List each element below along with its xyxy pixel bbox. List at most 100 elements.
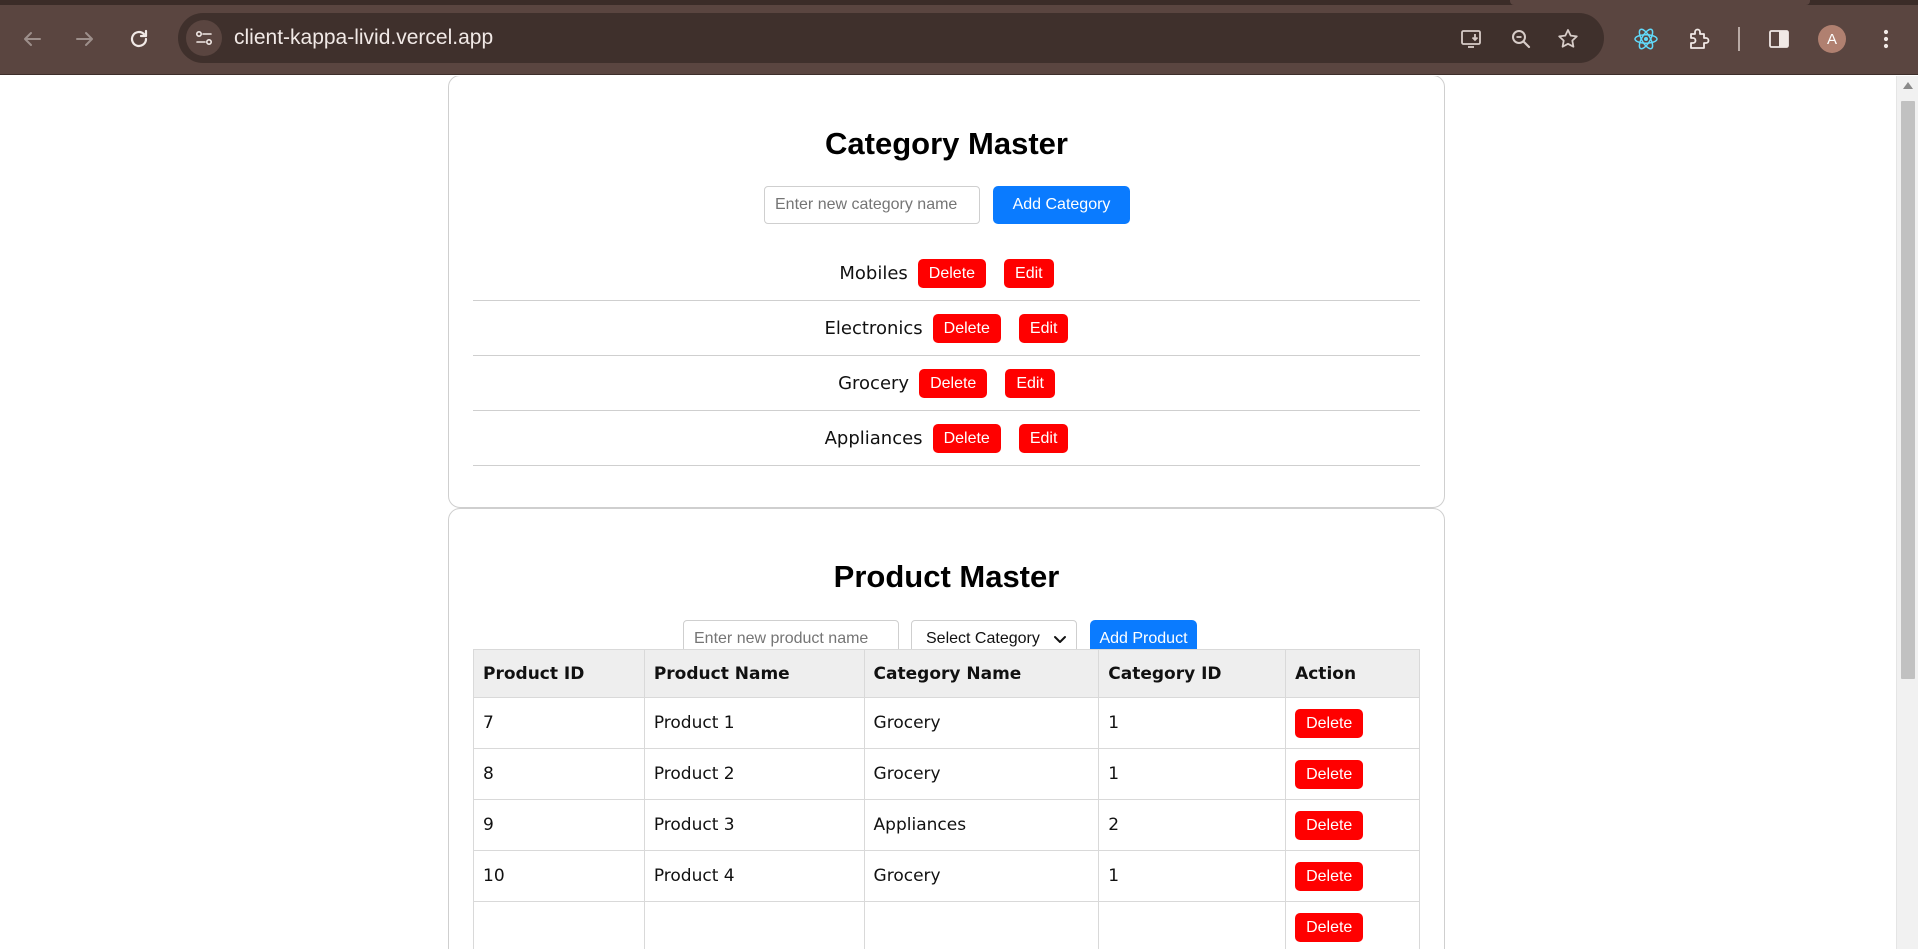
extensions-button[interactable] — [1684, 24, 1714, 54]
product-id-cell: 8 — [473, 748, 645, 800]
table-row: 8 Product 2 Grocery 1 Delete — [473, 748, 1420, 800]
product-name-cell: Product 4 — [643, 850, 865, 902]
url-text[interactable]: client-kappa-livid.vercel.app — [234, 26, 493, 50]
category-master-card: Category Master Add Category Mobiles Del… — [448, 76, 1445, 508]
category-row: Mobiles Delete Edit — [473, 246, 1420, 301]
delete-product-button[interactable]: Delete — [1295, 912, 1364, 942]
scrollbar-thumb[interactable] — [1901, 101, 1915, 679]
product-name-cell — [643, 901, 865, 949]
add-category-button[interactable]: Add Category — [993, 186, 1130, 224]
category-name: Mobiles — [839, 262, 908, 284]
extensions-puzzle-icon — [1690, 28, 1710, 49]
category-row-content: Electronics Delete Edit — [473, 301, 1420, 355]
scroll-up-arrow-icon[interactable] — [1903, 82, 1913, 89]
product-name-cell: Product 2 — [643, 748, 865, 800]
action-cell: Delete — [1285, 850, 1420, 902]
table-row: 10 Product 4 Grocery 1 Delete — [473, 850, 1420, 902]
edit-category-button[interactable]: Edit — [1004, 258, 1054, 288]
category-row: Electronics Delete Edit — [473, 301, 1420, 356]
category-name: Grocery — [838, 372, 910, 394]
toolbar-separator — [1738, 27, 1740, 51]
site-info-icon — [195, 30, 213, 46]
category-id-cell: 1 — [1098, 748, 1287, 800]
bookmark-button[interactable] — [1555, 26, 1581, 52]
delete-category-button[interactable]: Delete — [932, 423, 1001, 453]
install-app-icon — [1461, 30, 1481, 48]
delete-category-button[interactable]: Delete — [917, 258, 987, 288]
edit-category-button[interactable]: Edit — [1018, 313, 1069, 343]
category-name-cell: Grocery — [863, 748, 1100, 800]
table-row: 7 Product 1 Grocery 1 Delete — [473, 697, 1420, 749]
category-row-content: Appliances Delete Edit — [473, 411, 1420, 465]
product-id-cell: 9 — [473, 799, 645, 851]
delete-product-button[interactable]: Delete — [1295, 708, 1364, 738]
category-name-cell: Grocery — [863, 850, 1100, 902]
menu-dots-icon — [1883, 29, 1889, 49]
site-info-button[interactable] — [186, 20, 222, 56]
action-cell: Delete — [1285, 748, 1420, 800]
table-row: Delete — [473, 901, 1420, 949]
category-id-cell — [1098, 901, 1287, 949]
product-master-card: Product Master Select Category Add Produ… — [448, 508, 1445, 949]
category-name: Electronics — [824, 317, 923, 339]
product-id-cell: 7 — [473, 697, 645, 749]
category-master-title: Category Master — [825, 126, 1068, 161]
category-row: Grocery Delete Edit — [473, 356, 1420, 411]
delete-product-button[interactable]: Delete — [1295, 810, 1364, 840]
bookmark-star-icon — [1558, 29, 1578, 48]
edit-category-button[interactable]: Edit — [1005, 368, 1055, 398]
back-button[interactable] — [13, 20, 51, 58]
delete-product-button[interactable]: Delete — [1295, 861, 1364, 891]
page-viewport: Category Master Add Category Mobiles Del… — [0, 76, 1896, 949]
reload-icon — [130, 29, 148, 48]
zoom-button[interactable] — [1508, 26, 1534, 52]
category-row-content: Mobiles Delete Edit — [473, 246, 1420, 300]
action-cell: Delete — [1285, 901, 1420, 949]
product-name-cell: Product 1 — [643, 697, 865, 749]
forward-button[interactable] — [66, 20, 104, 58]
category-name-cell: Grocery — [863, 697, 1100, 749]
category-select-value: Select Category — [926, 630, 1040, 647]
back-arrow-icon — [24, 32, 41, 46]
product-id-cell: 10 — [473, 850, 645, 902]
edit-category-button[interactable]: Edit — [1018, 423, 1069, 453]
install-app-button[interactable] — [1458, 26, 1484, 52]
profile-avatar[interactable]: A — [1818, 25, 1846, 53]
delete-product-button[interactable]: Delete — [1295, 759, 1364, 789]
product-table: Product ID Product Name Category Name Ca… — [473, 649, 1420, 949]
forward-arrow-icon — [76, 32, 93, 46]
category-name-input[interactable] — [764, 186, 980, 224]
chevron-down-icon — [1054, 636, 1066, 643]
reload-button[interactable] — [120, 20, 158, 58]
react-devtools-button[interactable] — [1631, 24, 1661, 54]
side-panel-icon — [1769, 30, 1789, 48]
action-cell: Delete — [1285, 697, 1420, 749]
browser-menu-button[interactable] — [1871, 24, 1901, 54]
tab-strip-edge — [1510, 0, 1810, 5]
category-id-cell: 1 — [1098, 697, 1287, 749]
table-row: 9 Product 3 Appliances 2 Delete — [473, 799, 1420, 851]
side-panel-button[interactable] — [1764, 24, 1794, 54]
address-bar[interactable]: client-kappa-livid.vercel.app — [178, 13, 1604, 63]
product-master-title: Product Master — [833, 559, 1060, 594]
page-scrollbar[interactable] — [1896, 76, 1918, 949]
browser-toolbar: client-kappa-livid.vercel.app A — [0, 0, 1918, 75]
zoom-icon — [1512, 30, 1531, 49]
category-row-content: Grocery Delete Edit — [473, 356, 1420, 410]
category-name-cell — [863, 901, 1100, 949]
column-header-product-id: Product ID — [473, 649, 645, 698]
table-header-row: Product ID Product Name Category Name Ca… — [473, 649, 1420, 698]
column-header-category-id: Category ID — [1098, 649, 1287, 698]
column-header-product-name: Product Name — [643, 649, 865, 698]
category-name: Appliances — [824, 427, 923, 449]
category-id-cell: 2 — [1098, 799, 1287, 851]
category-row: Appliances Delete Edit — [473, 411, 1420, 466]
category-name-cell: Appliances — [863, 799, 1100, 851]
column-header-category-name: Category Name — [863, 649, 1100, 698]
category-id-cell: 1 — [1098, 850, 1287, 902]
react-devtools-icon — [1634, 28, 1658, 50]
delete-category-button[interactable]: Delete — [919, 368, 988, 398]
column-header-action: Action — [1285, 649, 1420, 698]
delete-category-button[interactable]: Delete — [932, 313, 1001, 343]
product-name-cell: Product 3 — [643, 799, 865, 851]
